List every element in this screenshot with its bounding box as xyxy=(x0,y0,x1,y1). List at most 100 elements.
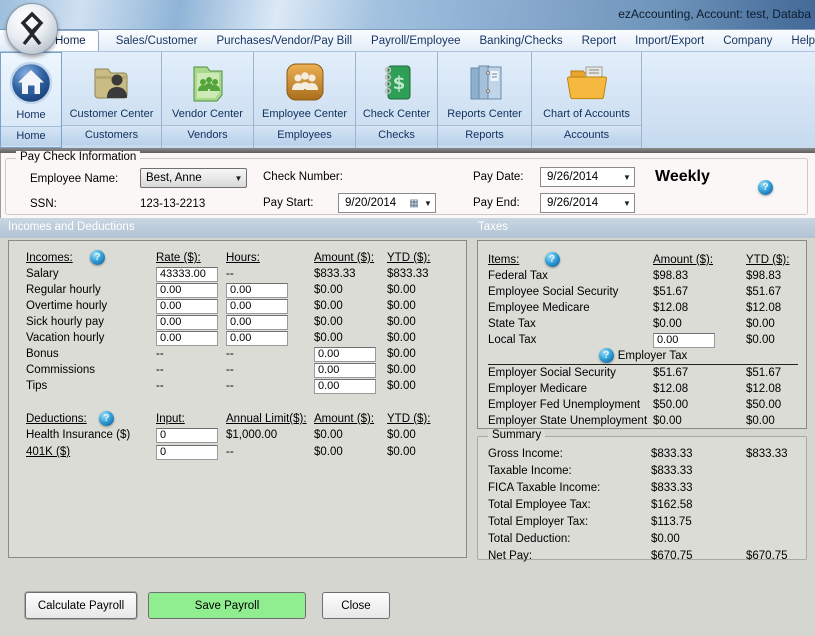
employee-name-dropdown[interactable]: Best, Anne ▼ xyxy=(140,168,247,188)
401k-link[interactable]: 401K ($) xyxy=(26,446,70,458)
tax-label: State Tax xyxy=(488,316,653,332)
ytd-header: YTD ($): xyxy=(746,252,806,268)
ytd-header: YTD ($): xyxy=(387,250,466,266)
tax-amount: $98.83 xyxy=(653,268,746,284)
summary-row: Total Employee Tax: $162.58 xyxy=(478,497,806,514)
summary-row: Gross Income: $833.33 $833.33 xyxy=(478,446,806,463)
vacation-hourly-rate-input[interactable] xyxy=(156,331,218,346)
summary-label: Net Pay: xyxy=(488,548,651,565)
toolbar-button-label: Employee Center xyxy=(254,108,355,125)
summary-ytd: $833.33 xyxy=(746,446,806,463)
health-insurance-input[interactable] xyxy=(156,428,218,443)
toolbar-button-chart-of-accounts[interactable]: Chart of Accounts Accounts xyxy=(532,52,642,148)
salary-rate-input[interactable] xyxy=(156,267,218,282)
toolbar-button-customer-center[interactable]: Customer Center Customers xyxy=(62,52,162,148)
tab-import-export[interactable]: Import/Export xyxy=(633,31,706,51)
logo-icon xyxy=(16,11,48,47)
income-row: Commissions -- -- $0.00 xyxy=(9,362,466,378)
employer-tax-title: Employer Tax xyxy=(618,350,687,362)
toolbar-button-home[interactable]: Home Home xyxy=(0,52,62,148)
income-row: Regular hourly $0.00 $0.00 xyxy=(9,282,466,298)
tax-row: Employee Social Security $51.67 $51.67 xyxy=(478,284,806,300)
pay-date-label: Pay Date: xyxy=(473,171,524,183)
pay-frequency-label: Weekly xyxy=(655,168,710,186)
pay-date-dropdown[interactable]: 9/26/2014 ▼ xyxy=(540,167,635,187)
summary-label: Total Employer Tax: xyxy=(488,514,651,531)
local-tax-input[interactable] xyxy=(653,333,715,348)
toolbar-button-check-center[interactable]: $ Check Center Checks xyxy=(356,52,438,148)
tips-amount-input[interactable] xyxy=(314,379,376,394)
tax-amount: $12.08 xyxy=(653,300,746,316)
tax-label: Employer Social Security xyxy=(488,365,653,381)
sick-hourly-rate-input[interactable] xyxy=(156,315,218,330)
tax-label: Employer Fed Unemployment xyxy=(488,397,653,413)
items-header: Items: xyxy=(488,254,519,266)
toolbar-button-vendor-center[interactable]: Vendor Center Vendors xyxy=(162,52,254,148)
summary-ytd xyxy=(746,497,806,514)
income-amount: $0.00 xyxy=(314,298,387,314)
taxes-header-row: Items: ? Amount ($): YTD ($): xyxy=(478,252,806,268)
tab-report[interactable]: Report xyxy=(580,31,619,51)
help-icon[interactable]: ? xyxy=(99,411,114,426)
summary-ytd: $670.75 xyxy=(746,548,806,565)
tax-ytd: $50.00 xyxy=(746,397,806,413)
sick-hourly-hours-input[interactable] xyxy=(226,315,288,330)
taxes-section-title: Taxes xyxy=(478,221,508,233)
employee-name-value: Best, Anne xyxy=(146,172,202,184)
pay-start-picker[interactable]: 9/20/2014 ▦ ▼ xyxy=(338,193,436,213)
deduction-annual-limit: -- xyxy=(226,444,314,461)
income-amount: $833.33 xyxy=(314,266,387,282)
commissions-amount-input[interactable] xyxy=(314,363,376,378)
toolbar-button-sublabel: Accounts xyxy=(532,125,641,145)
ytd-header: YTD ($): xyxy=(387,411,466,427)
income-label: Bonus xyxy=(26,346,156,362)
regular-hourly-hours-input[interactable] xyxy=(226,283,288,298)
income-row: Tips -- -- $0.00 xyxy=(9,378,466,394)
tab-banking-checks[interactable]: Banking/Checks xyxy=(478,31,565,51)
incomes-panel: Incomes: ? Rate ($): Hours: Amount ($): … xyxy=(8,240,467,558)
bonus-amount-input[interactable] xyxy=(314,347,376,362)
tab-payroll-employee[interactable]: Payroll/Employee xyxy=(369,31,462,51)
overtime-hourly-hours-input[interactable] xyxy=(226,299,288,314)
reports-center-icon xyxy=(438,52,531,108)
deductions-header: Deductions: xyxy=(26,413,87,425)
save-payroll-button[interactable]: Save Payroll xyxy=(148,592,306,619)
ssn-label: SSN: xyxy=(30,198,57,210)
summary-amount: $833.33 xyxy=(651,480,746,497)
chevron-down-icon: ▼ xyxy=(620,199,634,208)
tab-purchases-vendor-pay-bill[interactable]: Purchases/Vendor/Pay Bill xyxy=(215,31,355,51)
toolbar-button-sublabel: Employees xyxy=(254,125,355,145)
close-button[interactable]: Close xyxy=(322,592,390,619)
app-logo-button[interactable] xyxy=(6,3,58,55)
summary-amount: $113.75 xyxy=(651,514,746,531)
help-icon[interactable]: ? xyxy=(599,348,614,363)
help-icon[interactable]: ? xyxy=(90,250,105,265)
menu-bar: Home Sales/Customer Purchases/Vendor/Pay… xyxy=(0,30,815,52)
deduction-row: 401K ($) -- $0.00 $0.00 xyxy=(9,444,466,461)
tax-ytd: $12.08 xyxy=(746,300,806,316)
annual-limit-header: Annual Limit($): xyxy=(226,411,314,427)
toolbar-button-employee-center[interactable]: Employee Center Employees xyxy=(254,52,356,148)
overtime-hourly-rate-input[interactable] xyxy=(156,299,218,314)
tab-company[interactable]: Company xyxy=(721,31,774,51)
pay-end-dropdown[interactable]: 9/26/2014 ▼ xyxy=(540,193,635,213)
check-center-icon: $ xyxy=(356,52,437,108)
tab-help[interactable]: Help xyxy=(789,31,815,51)
tab-sales-customer[interactable]: Sales/Customer xyxy=(114,31,200,51)
regular-hourly-rate-input[interactable] xyxy=(156,283,218,298)
help-icon[interactable]: ? xyxy=(545,252,560,267)
tax-row: State Tax $0.00 $0.00 xyxy=(478,316,806,332)
vacation-hourly-hours-input[interactable] xyxy=(226,331,288,346)
help-icon[interactable]: ? xyxy=(758,180,773,195)
income-hours: -- xyxy=(226,362,314,378)
rate-header: Rate ($): xyxy=(156,250,226,266)
toolbar-button-reports-center[interactable]: Reports Center Reports xyxy=(438,52,532,148)
tax-row: Employee Medicare $12.08 $12.08 xyxy=(478,300,806,316)
toolbar-button-sublabel: Vendors xyxy=(162,125,253,145)
input-header: Input: xyxy=(156,411,226,427)
calculate-payroll-button[interactable]: Calculate Payroll xyxy=(25,592,137,619)
chevron-down-icon: ▼ xyxy=(620,173,634,182)
income-label: Regular hourly xyxy=(26,282,156,298)
401k-input[interactable] xyxy=(156,445,218,460)
deduction-amount: $0.00 xyxy=(314,427,387,444)
